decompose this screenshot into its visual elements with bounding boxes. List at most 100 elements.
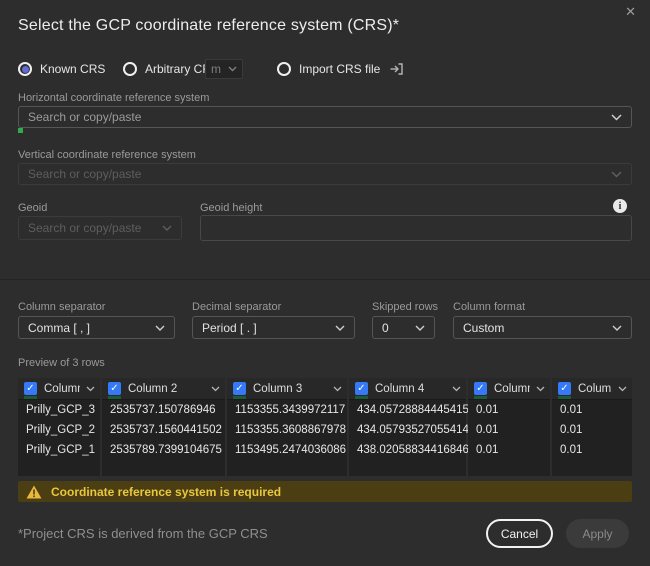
chevron-down-icon[interactable] xyxy=(86,386,95,392)
table-cell: 1153495.2474036086 xyxy=(235,444,347,456)
dialog-title: Select the GCP coordinate reference syst… xyxy=(18,17,400,34)
valid-indicator xyxy=(18,128,23,133)
valid-indicator xyxy=(108,396,121,399)
checkbox-checked-icon[interactable]: ✓ xyxy=(474,382,487,395)
table-cell: Prilly_GCP_2 xyxy=(26,424,96,436)
table-filler xyxy=(102,460,225,476)
valid-indicator xyxy=(558,396,571,399)
column-1-header[interactable]: ✓ Column 1 xyxy=(18,378,100,400)
column-header-label: Column 5 xyxy=(494,382,530,395)
table-filler xyxy=(227,460,347,476)
decimal-separator-select[interactable]: Period [ . ] xyxy=(192,316,355,339)
apply-button[interactable]: Apply xyxy=(566,519,629,548)
warning-banner: Coordinate reference system is required xyxy=(18,481,632,502)
table-cell: 1153355.3608867978 xyxy=(235,424,347,436)
known-crs-label: Known CRS xyxy=(40,62,106,76)
vertical-crs-select[interactable]: Search or copy/paste xyxy=(18,163,632,185)
arbitrary-unit-select[interactable]: m xyxy=(205,59,243,79)
table-cell: 434.05793527055414 xyxy=(357,424,469,436)
preview-label: Preview of 3 rows xyxy=(18,357,105,369)
horizontal-crs-select[interactable]: Search or copy/paste xyxy=(18,106,632,128)
column-2-header[interactable]: ✓ Column 2 xyxy=(102,378,225,400)
info-icon[interactable]: i xyxy=(613,199,627,213)
section-divider xyxy=(0,279,650,280)
table-cell: 2535789.7399104675 xyxy=(110,444,222,456)
table-column-4: ✓ Column 4 434.05728884445415 434.057935… xyxy=(349,378,469,476)
table-cell: 0.01 xyxy=(476,424,499,436)
table-filler xyxy=(552,460,632,476)
column-format-label: Column format xyxy=(453,301,526,313)
table-cell: 0.01 xyxy=(560,424,583,436)
column-header-label: Column 2 xyxy=(128,382,178,395)
geoid-select[interactable]: Search or copy/paste xyxy=(18,216,182,240)
column-separator-value: Comma [ , ] xyxy=(28,320,91,335)
arbitrary-unit-value: m xyxy=(211,62,221,76)
column-separator-select[interactable]: Comma [ , ] xyxy=(18,316,175,339)
table-column-3: ✓ Column 3 1153355.3439972117 1153355.36… xyxy=(227,378,347,476)
chevron-down-icon xyxy=(228,66,237,72)
checkbox-checked-icon[interactable]: ✓ xyxy=(233,382,246,395)
horizontal-crs-label: Horizontal coordinate reference system xyxy=(18,92,210,104)
table-filler xyxy=(468,460,550,476)
table-cell: Prilly_GCP_1 xyxy=(26,444,96,456)
skipped-rows-select[interactable]: 0 xyxy=(372,316,435,339)
checkbox-checked-icon[interactable]: ✓ xyxy=(108,382,121,395)
valid-indicator xyxy=(474,396,487,399)
column-6-header[interactable]: ✓ Column 6 xyxy=(552,378,632,400)
column-header-label: Column 6 xyxy=(578,382,612,395)
chevron-down-icon xyxy=(335,325,345,331)
checkbox-checked-icon[interactable]: ✓ xyxy=(24,382,37,395)
table-cell: 0.01 xyxy=(476,444,499,456)
table-cell: 0.01 xyxy=(476,404,499,416)
warning-icon xyxy=(26,485,42,498)
column-5-header[interactable]: ✓ Column 5 xyxy=(468,378,550,400)
column-separator-label: Column separator xyxy=(18,301,106,313)
chevron-down-icon[interactable] xyxy=(333,386,342,392)
table-column-5: ✓ Column 5 0.01 0.01 0.01 xyxy=(468,378,550,476)
chevron-down-icon[interactable] xyxy=(618,386,627,392)
valid-indicator xyxy=(355,396,368,399)
chevron-down-icon xyxy=(162,225,172,231)
chevron-down-icon[interactable] xyxy=(536,386,545,392)
radio-unselected-icon xyxy=(123,62,137,76)
vertical-crs-placeholder: Search or copy/paste xyxy=(28,167,142,181)
import-crs-label: Import CRS file xyxy=(299,62,381,76)
chevron-down-icon xyxy=(611,113,622,121)
chevron-down-icon xyxy=(415,325,425,331)
chevron-down-icon[interactable] xyxy=(452,386,461,392)
project-crs-note: *Project CRS is derived from the GCP CRS xyxy=(18,526,268,541)
preview-table: ✓ Column 1 Prilly_GCP_3 Prilly_GCP_2 Pri… xyxy=(18,378,632,476)
skipped-rows-value: 0 xyxy=(382,320,389,335)
table-cell: Prilly_GCP_3 xyxy=(26,404,96,416)
decimal-separator-value: Period [ . ] xyxy=(202,320,257,335)
table-cell: 434.05728884445415 xyxy=(357,404,469,416)
table-cell: 2535737.1560441502 xyxy=(110,424,222,436)
column-4-header[interactable]: ✓ Column 4 xyxy=(349,378,466,400)
skipped-rows-label: Skipped rows xyxy=(372,301,439,313)
known-crs-radio[interactable]: Known CRS xyxy=(18,61,105,77)
table-cell: 0.01 xyxy=(560,444,583,456)
table-column-2: ✓ Column 2 2535737.150786946 2535737.156… xyxy=(102,378,225,476)
close-icon[interactable]: ✕ xyxy=(625,5,636,18)
column-3-header[interactable]: ✓ Column 3 xyxy=(227,378,347,400)
geoid-label: Geoid xyxy=(18,202,48,214)
chevron-down-icon xyxy=(155,325,165,331)
geoid-height-label: Geoid height xyxy=(200,202,263,214)
table-cell: 2535737.150786946 xyxy=(110,404,216,416)
warning-text: Coordinate reference system is required xyxy=(51,484,282,499)
vertical-crs-label: Vertical coordinate reference system xyxy=(18,149,196,161)
decimal-separator-label: Decimal separator xyxy=(192,301,282,313)
table-filler xyxy=(349,460,466,476)
geoid-placeholder: Search or copy/paste xyxy=(28,221,142,235)
checkbox-checked-icon[interactable]: ✓ xyxy=(355,382,368,395)
geoid-height-input[interactable] xyxy=(200,215,632,241)
cancel-button[interactable]: Cancel xyxy=(486,519,553,548)
column-format-select[interactable]: Custom xyxy=(453,316,632,339)
table-cell: 1153355.3439972117 xyxy=(235,404,346,416)
import-crs-radio[interactable]: Import CRS file xyxy=(277,61,404,77)
checkbox-checked-icon[interactable]: ✓ xyxy=(558,382,571,395)
chevron-down-icon[interactable] xyxy=(211,386,220,392)
table-column-1: ✓ Column 1 Prilly_GCP_3 Prilly_GCP_2 Pri… xyxy=(18,378,100,476)
chevron-down-icon xyxy=(611,170,622,178)
import-file-icon xyxy=(389,62,404,76)
